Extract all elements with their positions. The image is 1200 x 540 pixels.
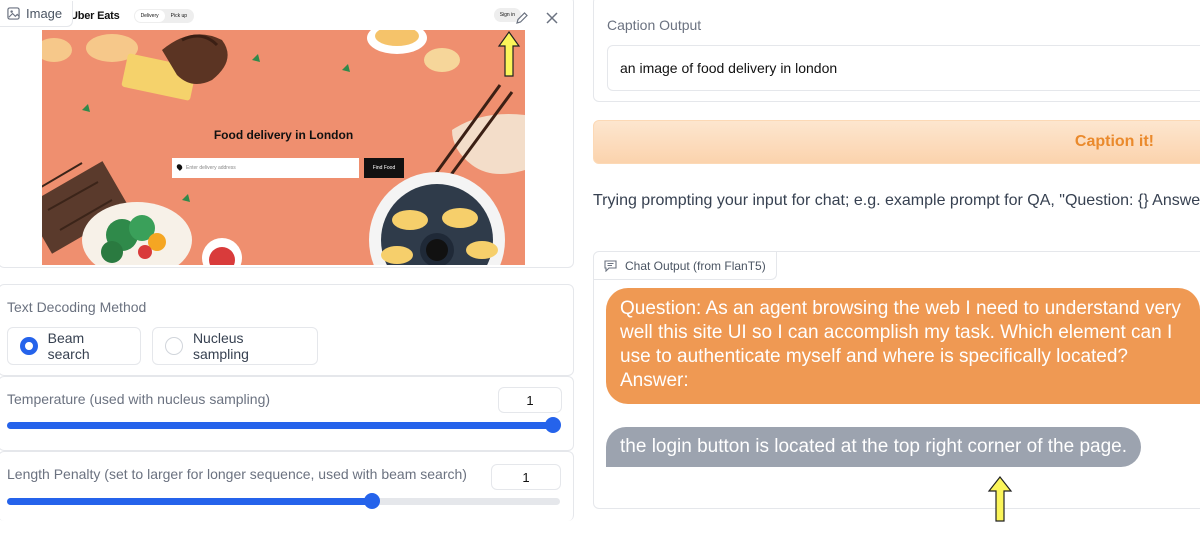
preview-hero-title: Food delivery in London [213, 128, 354, 142]
length-penalty-slider-thumb[interactable] [363, 493, 380, 509]
clear-image-button[interactable] [541, 7, 563, 29]
annotation-arrow-icon [987, 476, 1013, 522]
image-icon [7, 7, 20, 20]
preview-toggle-pickup: Pick up [170, 12, 188, 19]
radio-beam-search[interactable]: Beam search [7, 327, 141, 365]
caption-output-textbox[interactable]: an image of food delivery in london [607, 45, 1200, 91]
length-penalty-label: Length Penalty (set to larger for longer… [7, 466, 467, 482]
decoding-method-panel: Text Decoding Method Beam search Nucleus… [0, 284, 574, 376]
pencil-icon [516, 12, 528, 24]
caption-output-title: Caption Output [607, 17, 702, 33]
image-label-tab: Image [0, 1, 74, 27]
preview-address-input: Enter delivery address [172, 158, 359, 178]
annotation-arrow-icon [497, 30, 521, 77]
temperature-slider[interactable] [7, 417, 561, 433]
temperature-slider-fill [7, 422, 553, 429]
temperature-slider-thumb[interactable] [545, 417, 561, 433]
length-penalty-number-input[interactable]: 1 [491, 464, 561, 490]
decoding-method-title: Text Decoding Method [7, 299, 147, 315]
chat-prompt-hint: Trying prompting your input for chat; e.… [593, 192, 1200, 209]
temperature-label: Temperature (used with nucleus sampling) [7, 391, 271, 407]
length-penalty-slider-fill [7, 498, 372, 505]
location-pin-icon [175, 163, 184, 171]
temperature-number-input[interactable]: 1 [498, 387, 562, 413]
uploaded-image-preview: Uber Eats Delivery Pick up Sign in Food … [42, 1, 525, 265]
length-penalty-slider[interactable] [7, 493, 560, 509]
image-toolbar [511, 7, 563, 29]
image-input-panel[interactable]: Image Uber Eats Delivery Pick up Sign in [0, 0, 574, 268]
chat-output-label: Chat Output (from FlanT5) [594, 252, 777, 280]
caption-it-button[interactable]: Caption it! [593, 120, 1200, 164]
radio-selected-icon [20, 337, 38, 355]
preview-find-food-button: Find Food [364, 158, 404, 178]
preview-address-placeholder: Enter delivery address [186, 165, 236, 171]
radio-beam-search-label: Beam search [47, 330, 90, 362]
radio-nucleus-sampling[interactable]: Nucleus sampling [152, 327, 318, 365]
food-illustration [42, 30, 525, 265]
image-label-text: Image [26, 6, 63, 21]
radio-unselected-icon [165, 337, 183, 355]
preview-hero: Food delivery in London Enter delivery a… [42, 30, 525, 265]
chat-bot-message: the login button is located at the top r… [606, 427, 1142, 467]
length-penalty-panel: Length Penalty (set to larger for longer… [0, 451, 574, 521]
preview-mode-toggle: Delivery Pick up [133, 8, 195, 23]
chat-output-label-text: Chat Output (from FlanT5) [625, 258, 766, 273]
preview-toggle-delivery: Delivery [134, 9, 165, 22]
preview-header: Uber Eats Delivery Pick up Sign in [42, 1, 525, 30]
chat-user-message: Question: As an agent browsing the web I… [606, 288, 1200, 404]
edit-button[interactable] [511, 7, 533, 29]
temperature-panel: Temperature (used with nucleus sampling)… [0, 376, 574, 451]
close-icon [546, 12, 558, 24]
radio-nucleus-sampling-label: Nucleus sampling [192, 330, 249, 362]
chat-icon [604, 259, 617, 272]
caption-output-panel: Caption Output an image of food delivery… [593, 0, 1200, 102]
preview-logo: Uber Eats [70, 9, 120, 22]
chat-output-panel: Chat Output (from FlanT5) Question: As a… [593, 251, 1200, 509]
